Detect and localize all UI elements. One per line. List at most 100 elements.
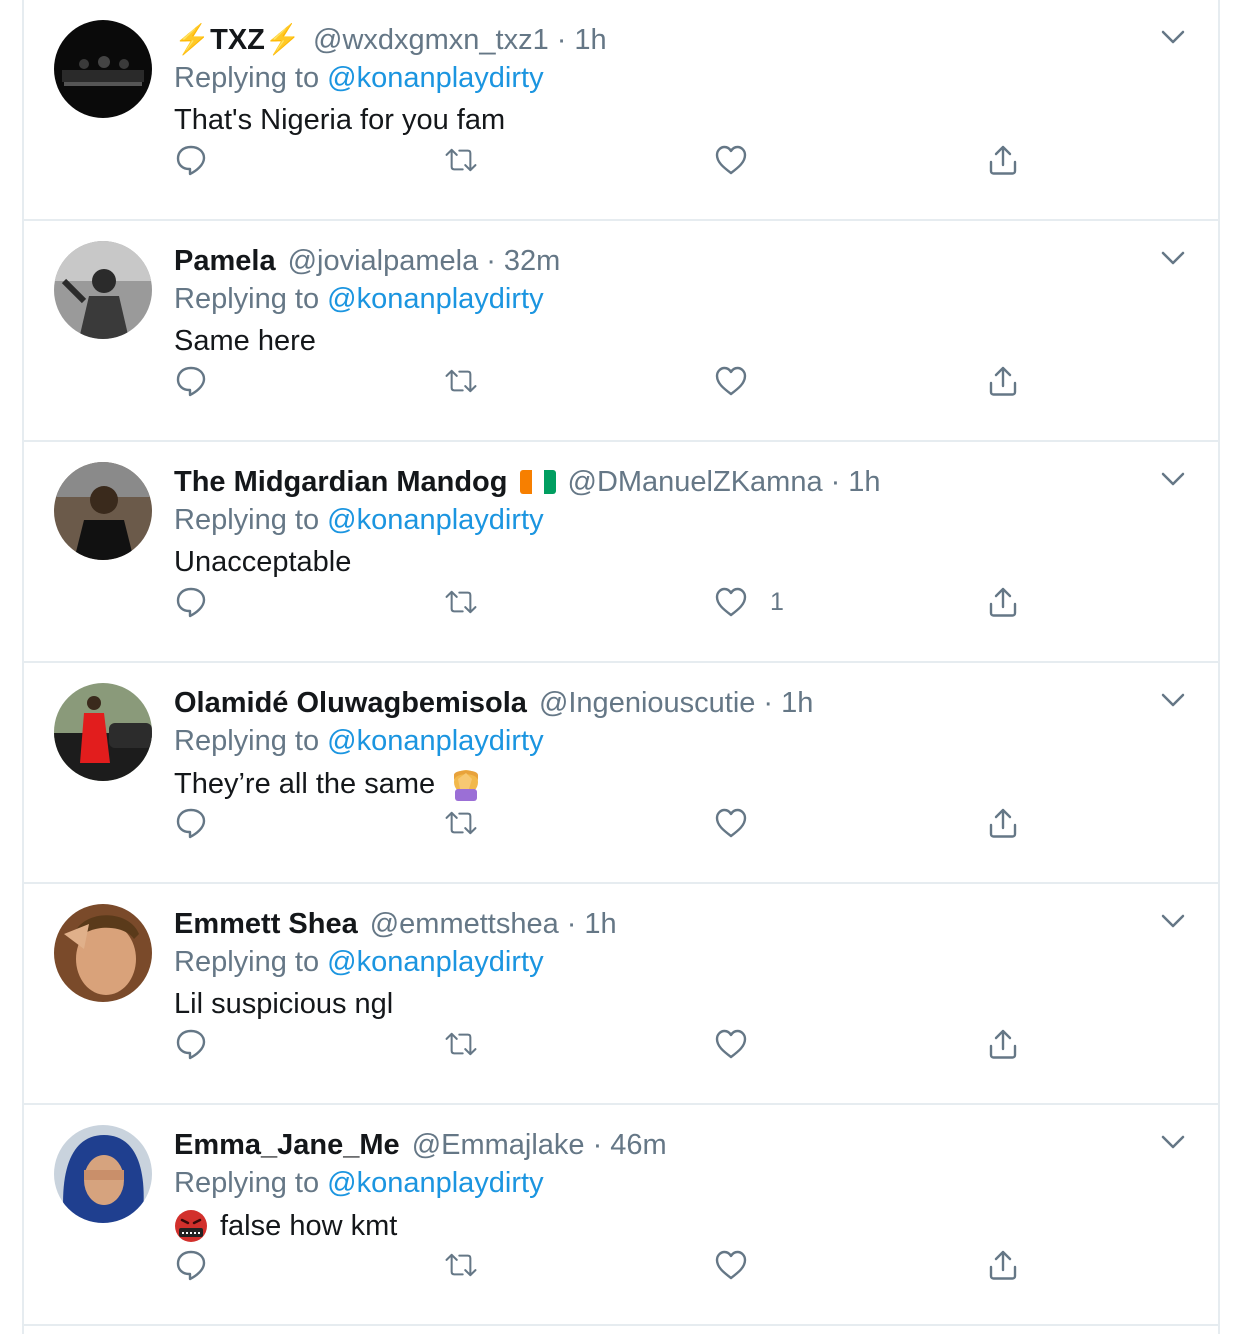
retweet-button[interactable] — [444, 805, 478, 841]
chevron-down-icon[interactable] — [1158, 906, 1188, 936]
retweet-button[interactable] — [444, 1026, 478, 1062]
reply-icon — [176, 145, 206, 176]
retweet-icon — [445, 1253, 477, 1277]
like-button[interactable] — [714, 363, 770, 399]
heart-icon — [715, 145, 747, 175]
tweet[interactable]: ⚡ TXZ ⚡ @wxdxgmxn_txz1 · 1h Replying to … — [24, 0, 1218, 221]
retweet-button[interactable] — [444, 584, 478, 620]
display-name[interactable]: Emma_Jane_Me — [174, 1129, 400, 1162]
user-handle[interactable]: @jovialpamela — [288, 245, 479, 278]
like-button[interactable] — [714, 142, 770, 178]
share-button[interactable] — [986, 805, 1020, 841]
chevron-down-icon[interactable] — [1158, 464, 1188, 494]
retweet-button[interactable] — [444, 1247, 478, 1283]
display-name[interactable]: ⚡ TXZ ⚡ — [174, 23, 301, 57]
reply-icon — [176, 1250, 206, 1281]
replying-to: Replying to @konanplaydirty — [174, 1167, 544, 1199]
retweet-icon — [445, 148, 477, 172]
user-handle[interactable]: @emmettshea — [370, 908, 559, 941]
display-name[interactable]: Pamela — [174, 245, 276, 278]
mention-link[interactable]: @konanplaydirty — [327, 725, 543, 757]
cote-divoire-flag-icon — [519, 470, 556, 494]
timestamp[interactable]: 1h — [574, 24, 606, 57]
share-icon — [989, 1029, 1017, 1059]
like-button[interactable] — [714, 805, 770, 841]
lightning-icon: ⚡ — [264, 24, 301, 56]
mention-link[interactable]: @konanplaydirty — [327, 504, 543, 536]
retweet-icon — [445, 369, 477, 393]
tweet-text: false how kmt — [174, 1209, 397, 1243]
display-name[interactable]: Olamidé Oluwagbemisola — [174, 687, 527, 720]
tweet[interactable]: Emma_Jane_Me @Emmajlake · 46m Replying t… — [24, 1105, 1218, 1326]
separator: · — [566, 907, 577, 940]
retweet-button[interactable] — [444, 142, 478, 178]
avatar[interactable] — [54, 241, 152, 339]
reply-button[interactable] — [174, 805, 208, 841]
retweet-button[interactable] — [444, 363, 478, 399]
reply-button[interactable] — [174, 1026, 208, 1062]
avatar[interactable] — [54, 20, 152, 118]
tweet[interactable]: Emmett Shea @emmettshea · 1h Replying to… — [24, 884, 1218, 1105]
tweet[interactable]: The Midgardian Mandog @DManuelZKamna · 1… — [24, 442, 1218, 663]
display-name[interactable]: The Midgardian Mandog — [174, 466, 556, 499]
tweet-header: Pamela @jovialpamela · 32m — [174, 241, 560, 281]
retweet-icon — [445, 811, 477, 835]
avatar[interactable] — [54, 683, 152, 781]
tweet-text: Same here — [174, 325, 316, 357]
timestamp[interactable]: 1h — [584, 908, 616, 941]
timestamp[interactable]: 1h — [848, 466, 880, 499]
timeline: ⚡ TXZ ⚡ @wxdxgmxn_txz1 · 1h Replying to … — [22, 0, 1220, 1334]
chevron-down-icon[interactable] — [1158, 243, 1188, 273]
like-button[interactable] — [714, 1026, 770, 1062]
avatar[interactable] — [54, 1125, 152, 1223]
reply-button[interactable] — [174, 363, 208, 399]
like-count: 1 — [770, 587, 784, 616]
tweet[interactable]: Olamidé Oluwagbemisola @Ingeniouscutie ·… — [24, 663, 1218, 884]
mention-link[interactable]: @konanplaydirty — [327, 946, 543, 978]
heart-icon — [715, 366, 747, 396]
user-handle[interactable]: @Emmajlake — [412, 1129, 585, 1162]
mention-link[interactable]: @konanplaydirty — [327, 283, 543, 315]
reply-button[interactable] — [174, 584, 208, 620]
share-icon — [989, 587, 1017, 617]
share-icon — [989, 808, 1017, 838]
display-name[interactable]: Emmett Shea — [174, 908, 358, 941]
chevron-down-icon[interactable] — [1158, 685, 1188, 715]
retweet-icon — [445, 1032, 477, 1056]
mention-link[interactable]: @konanplaydirty — [327, 1167, 543, 1199]
user-handle[interactable]: @wxdxgmxn_txz1 — [313, 24, 549, 57]
reply-button[interactable] — [174, 142, 208, 178]
like-button[interactable]: 1 — [714, 584, 784, 620]
heart-icon — [715, 808, 747, 838]
lightning-icon: ⚡ — [174, 24, 211, 56]
chevron-down-icon[interactable] — [1158, 22, 1188, 52]
share-button[interactable] — [986, 584, 1020, 620]
share-icon — [989, 1250, 1017, 1280]
timestamp[interactable]: 1h — [781, 687, 813, 720]
separator: · — [592, 1128, 603, 1161]
avatar[interactable] — [54, 904, 152, 1002]
share-button[interactable] — [986, 1247, 1020, 1283]
heart-icon — [715, 1029, 747, 1059]
chevron-down-icon[interactable] — [1158, 1127, 1188, 1157]
timestamp[interactable]: 32m — [504, 245, 560, 278]
facepalm-emoji-icon — [454, 770, 479, 801]
like-button[interactable] — [714, 1247, 770, 1283]
user-handle[interactable]: @Ingeniouscutie — [539, 687, 755, 720]
replying-to: Replying to @konanplaydirty — [174, 725, 544, 757]
separator: · — [556, 23, 567, 56]
avatar[interactable] — [54, 462, 152, 560]
tweet-text: Unacceptable — [174, 546, 352, 578]
tweet-header: The Midgardian Mandog @DManuelZKamna · 1… — [174, 462, 881, 502]
share-button[interactable] — [986, 363, 1020, 399]
tweet[interactable]: Pamela @jovialpamela · 32m Replying to @… — [24, 221, 1218, 442]
share-button[interactable] — [986, 1026, 1020, 1062]
replying-to: Replying to @konanplaydirty — [174, 283, 544, 315]
user-handle[interactable]: @DManuelZKamna — [568, 466, 823, 499]
reply-button[interactable] — [174, 1247, 208, 1283]
share-button[interactable] — [986, 142, 1020, 178]
retweet-icon — [445, 590, 477, 614]
mention-link[interactable]: @konanplaydirty — [327, 62, 543, 94]
timestamp[interactable]: 46m — [610, 1129, 666, 1162]
reply-icon — [176, 587, 206, 618]
